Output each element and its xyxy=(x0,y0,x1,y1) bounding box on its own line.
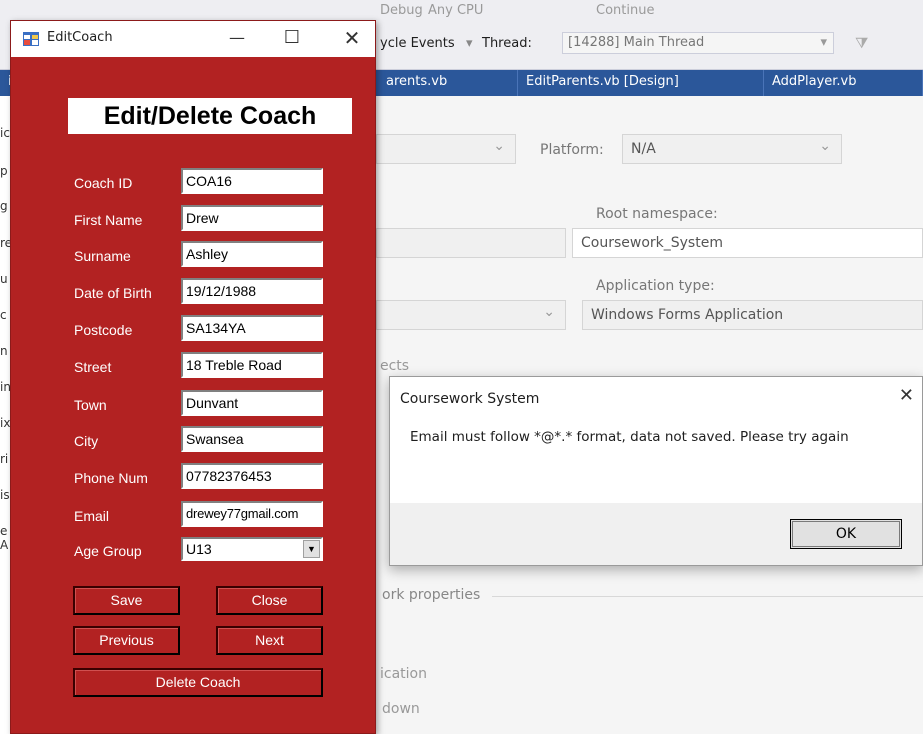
window-title: EditCoach xyxy=(47,30,113,45)
sidebar-item[interactable]: ri xyxy=(0,452,8,466)
minimize-icon[interactable]: — xyxy=(214,21,260,55)
age-group-label: Age Group xyxy=(74,543,142,559)
email-label: Email xyxy=(74,508,110,524)
surname-label: Surname xyxy=(74,248,131,264)
age-group-select[interactable]: U13 ▼ xyxy=(181,537,323,561)
application-type-value: Windows Forms Application xyxy=(591,307,784,323)
section-fragment-framework: ork properties xyxy=(382,587,481,603)
age-group-value: U13 xyxy=(186,541,212,557)
email-field[interactable]: drewey77gmail.com xyxy=(181,501,323,527)
town-field[interactable]: Dunvant xyxy=(181,390,323,416)
root-namespace-field[interactable]: Coursework_System xyxy=(572,228,923,258)
root-namespace-value: Coursework_System xyxy=(581,235,723,251)
sidebar-item[interactable]: n xyxy=(0,344,8,358)
tab-parents-vb[interactable]: arents.vb xyxy=(378,70,518,96)
platform-dropdown-value: N/A xyxy=(631,141,656,157)
platform-combo[interactable]: Any CPU xyxy=(428,3,483,18)
sidebar-item[interactable]: is xyxy=(0,488,10,502)
phone-number-label: Phone Num xyxy=(74,470,148,486)
vs-toolbar-row-thread: ycle Events ▾ Thread: [14288] Main Threa… xyxy=(380,32,923,60)
tab-addplayer-vb[interactable]: AddPlayer.vb xyxy=(764,70,923,96)
lifecycle-dropdown-icon[interactable]: ▾ xyxy=(466,36,473,51)
section-fragment-shutdown: down xyxy=(382,701,420,717)
dropdown-arrow-icon[interactable]: ▼ xyxy=(303,540,320,558)
street-field[interactable]: 18 Treble Road xyxy=(181,352,323,378)
section-fragment-redirects: ects xyxy=(380,358,410,374)
filter-icon[interactable]: ⧩ xyxy=(855,34,868,52)
maximize-icon[interactable]: ☐ xyxy=(269,21,315,55)
close-icon[interactable]: ✕ xyxy=(899,385,914,406)
lifecycle-events-menu[interactable]: ycle Events xyxy=(380,36,455,51)
message-box-dialog: Coursework System ✕ Email must follow *@… xyxy=(389,376,923,566)
tab-editparents-design[interactable]: EditParents.vb [Design] xyxy=(518,70,764,96)
form-app-icon xyxy=(23,31,39,46)
edit-coach-window: EditCoach — ☐ ✕ Edit/Delete Coach Coach … xyxy=(10,20,376,734)
date-of-birth-field[interactable]: 19/12/1988 xyxy=(181,278,323,304)
dialog-footer: OK xyxy=(390,503,922,565)
root-namespace-label: Root namespace: xyxy=(596,206,718,222)
delete-coach-button[interactable]: Delete Coach xyxy=(73,668,323,697)
first-name-field[interactable]: Drew xyxy=(181,205,323,231)
thread-label: Thread: xyxy=(482,36,532,51)
close-button[interactable]: Close xyxy=(216,586,323,615)
continue-button[interactable]: Continue xyxy=(596,3,654,18)
postcode-label: Postcode xyxy=(74,322,133,338)
thread-combo[interactable]: [14288] Main Thread xyxy=(562,32,834,54)
section-divider xyxy=(492,596,923,597)
next-button[interactable]: Next xyxy=(216,626,323,655)
target-framework-dropdown[interactable] xyxy=(376,300,566,330)
platform-label: Platform: xyxy=(540,142,604,158)
sidebar-item[interactable]: g xyxy=(0,199,8,213)
previous-button[interactable]: Previous xyxy=(73,626,180,655)
sidebar-item[interactable]: ic xyxy=(0,126,10,140)
town-label: Town xyxy=(74,397,107,413)
postcode-field[interactable]: SA134YA xyxy=(181,315,323,341)
first-name-label: First Name xyxy=(74,212,143,228)
city-label: City xyxy=(74,433,99,449)
street-label: Street xyxy=(74,359,112,375)
sidebar-item[interactable]: ix xyxy=(0,416,10,430)
sidebar-item[interactable]: u xyxy=(0,272,8,286)
dialog-title: Coursework System xyxy=(400,391,540,407)
thread-combo-value: [14288] Main Thread xyxy=(568,35,705,50)
form-heading: Edit/Delete Coach xyxy=(68,98,352,134)
platform-dropdown[interactable]: N/A xyxy=(622,134,842,164)
application-type-dropdown[interactable]: Windows Forms Application xyxy=(582,300,923,330)
configuration-dropdown[interactable] xyxy=(376,134,516,164)
ok-button[interactable]: OK xyxy=(790,519,902,549)
dialog-message: Email must follow *@*.* format, data not… xyxy=(410,429,849,445)
city-field[interactable]: Swansea xyxy=(181,426,323,452)
phone-number-field[interactable]: 07782376453 xyxy=(181,463,323,489)
vs-toolbar-row-debug: Debug Any CPU Continue xyxy=(380,0,923,22)
sidebar-item[interactable]: c xyxy=(0,308,7,322)
date-of-birth-label: Date of Birth xyxy=(74,285,152,301)
close-icon[interactable]: ✕ xyxy=(329,21,375,55)
section-fragment-application: ication xyxy=(380,666,427,682)
surname-field[interactable]: Ashley xyxy=(181,241,323,267)
application-type-label: Application type: xyxy=(596,278,715,294)
window-title-bar[interactable]: EditCoach — ☐ ✕ xyxy=(11,21,375,57)
sidebar-item[interactable]: p xyxy=(0,164,8,178)
debug-config-combo[interactable]: Debug xyxy=(380,3,423,18)
save-button[interactable]: Save xyxy=(73,586,180,615)
coach-id-label: Coach ID xyxy=(74,175,133,191)
coach-id-field[interactable]: COA16 xyxy=(181,168,323,194)
assembly-name-field[interactable] xyxy=(376,228,566,258)
